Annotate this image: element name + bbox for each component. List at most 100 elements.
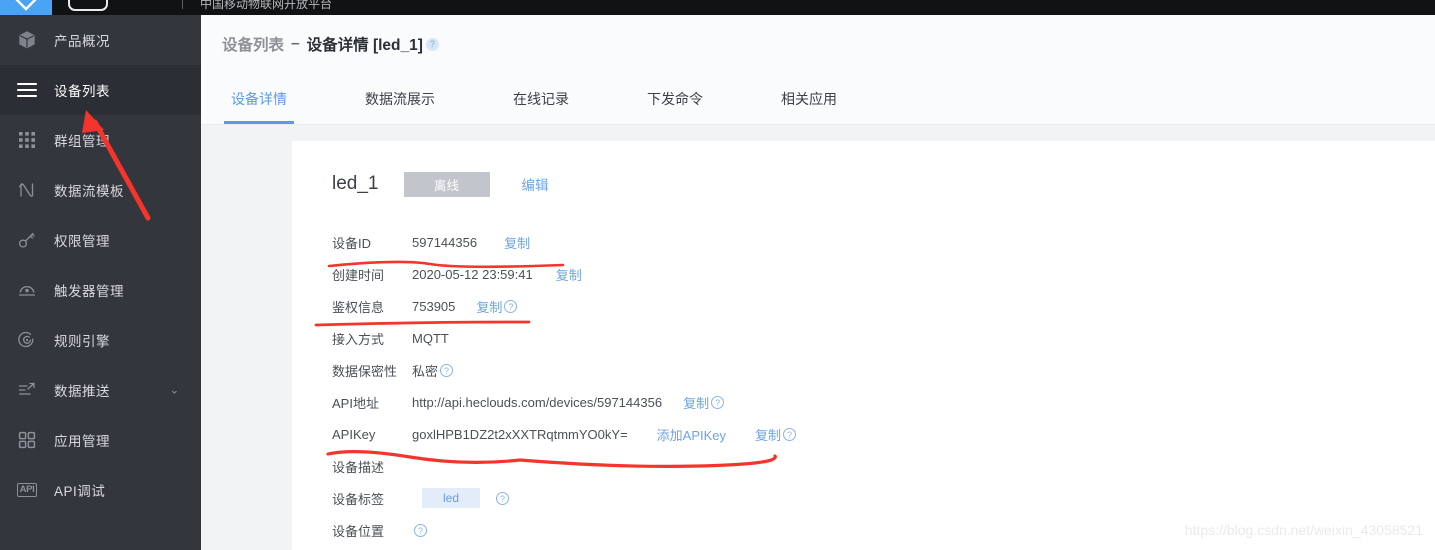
tab-related-apps[interactable]: 相关应用 bbox=[778, 73, 840, 124]
help-icon[interactable]: ? bbox=[783, 427, 797, 441]
help-icon[interactable]: ? bbox=[504, 299, 518, 313]
sidebar-item-label: 数据流模板 bbox=[54, 184, 124, 199]
table-row: API地址 http://api.heclouds.com/devices/59… bbox=[332, 386, 1435, 418]
copy-button[interactable]: 复制 bbox=[476, 297, 502, 316]
sidebar-item-label: 群组管理 bbox=[54, 134, 110, 149]
tab-label: 设备详情 bbox=[231, 90, 287, 107]
tab-datastream-display[interactable]: 数据流展示 bbox=[362, 73, 438, 124]
help-icon[interactable]: ? bbox=[440, 363, 454, 377]
edit-button[interactable]: 编辑 bbox=[522, 174, 549, 194]
sidebar-item-label: 触发器管理 bbox=[54, 284, 124, 299]
row-value: 597144356 bbox=[412, 234, 478, 250]
cube-icon bbox=[0, 30, 54, 50]
breadcrumb-separator: – bbox=[291, 35, 300, 52]
chevron-down-icon[interactable]: ⌄ bbox=[170, 384, 179, 397]
breadcrumb: 设备列表 – 设备详情 [led_1] ? bbox=[201, 15, 1435, 73]
table-row: 设备ID 597144356 复制 bbox=[332, 226, 1435, 258]
sidebar-item-application-management[interactable]: 应用管理 bbox=[0, 415, 201, 465]
table-row: 设备描述 bbox=[332, 450, 1435, 482]
grid-dots-icon bbox=[0, 131, 54, 149]
api-icon: API bbox=[0, 483, 54, 497]
sidebar-item-product-overview[interactable]: 产品概况 bbox=[0, 15, 201, 65]
sidebar-item-label: 应用管理 bbox=[54, 434, 110, 449]
sidebar-item-permission-management[interactable]: 权限管理 bbox=[0, 215, 201, 265]
row-label: 设备标签 bbox=[332, 491, 385, 507]
trigger-icon bbox=[0, 280, 54, 300]
sidebar: 产品概况 设备列表 群组管理 数据流模板 权限管理 触发器管理 规则引擎 数据推… bbox=[0, 15, 201, 550]
topbar-title: 中国移动物联网开放平台 bbox=[200, 0, 333, 11]
row-label: 创建时间 bbox=[332, 267, 385, 283]
sidebar-item-label: 规则引擎 bbox=[54, 334, 110, 349]
rule-engine-icon bbox=[0, 330, 54, 350]
help-icon[interactable]: ? bbox=[425, 37, 439, 51]
row-value: goxlHPB1DZ2t2xXXTRqtmmYO0kY= bbox=[412, 426, 628, 442]
tab-label: 下发命令 bbox=[647, 90, 703, 107]
curve-n-icon bbox=[0, 180, 54, 200]
topbar-divider bbox=[182, 0, 183, 9]
help-icon[interactable]: ? bbox=[496, 491, 509, 505]
status-badge: 离线 bbox=[403, 171, 490, 197]
copy-button[interactable]: 复制 bbox=[504, 233, 530, 252]
row-value: MQTT bbox=[412, 330, 449, 346]
sidebar-item-label: 设备列表 bbox=[54, 84, 110, 99]
help-icon[interactable]: ? bbox=[711, 395, 725, 409]
copy-button[interactable]: 复制 bbox=[755, 425, 781, 444]
table-row: 数据保密性 私密 ? bbox=[332, 354, 1435, 386]
page-title: 设备详情 [led_1] bbox=[306, 37, 423, 54]
sidebar-item-group-management[interactable]: 群组管理 bbox=[0, 115, 201, 165]
sidebar-item-label: API调试 bbox=[54, 484, 106, 499]
data-push-icon bbox=[0, 380, 54, 400]
row-label: API地址 bbox=[332, 395, 379, 411]
tab-online-records[interactable]: 在线记录 bbox=[510, 73, 572, 124]
list-lines-icon bbox=[0, 81, 54, 99]
tab-label: 在线记录 bbox=[513, 90, 569, 107]
sidebar-item-datastream-template[interactable]: 数据流模板 bbox=[0, 165, 201, 215]
row-label: 鉴权信息 bbox=[332, 299, 385, 315]
breadcrumb-parent[interactable]: 设备列表 bbox=[222, 33, 284, 55]
row-value: 753905 bbox=[412, 298, 456, 314]
copy-button[interactable]: 复制 bbox=[556, 265, 582, 284]
device-title-row: led_1 离线 编辑 bbox=[332, 169, 1435, 199]
row-value: http://api.heclouds.com/devices/59714435… bbox=[412, 394, 663, 410]
key-icon bbox=[0, 230, 54, 250]
device-tag-chip[interactable]: led bbox=[422, 488, 480, 508]
device-detail-card: led_1 离线 编辑 设备ID 597144356 复制 创建时间 2020-… bbox=[292, 141, 1435, 550]
sidebar-item-rule-engine[interactable]: 规则引擎 bbox=[0, 315, 201, 365]
tab-label: 数据流展示 bbox=[365, 90, 435, 107]
table-row: 设备标签 led ? bbox=[332, 482, 1435, 514]
row-label: APIKey bbox=[332, 426, 376, 442]
tab-bar: 设备详情 数据流展示 在线记录 下发命令 相关应用 bbox=[201, 73, 1435, 125]
tab-label: 相关应用 bbox=[781, 90, 837, 107]
tab-send-command[interactable]: 下发命令 bbox=[644, 73, 706, 124]
chevron-down-logo-icon[interactable] bbox=[0, 0, 52, 15]
sidebar-item-label: 数据推送 bbox=[54, 384, 110, 399]
row-label: 接入方式 bbox=[332, 331, 385, 347]
table-row: 鉴权信息 753905 复制 ? bbox=[332, 290, 1435, 322]
main-content: 设备列表 – 设备详情 [led_1] ? 设备详情 数据流展示 在线记录 下发… bbox=[201, 15, 1435, 550]
row-label: 数据保密性 bbox=[332, 363, 398, 379]
apps-squares-icon bbox=[0, 431, 54, 449]
row-label: 设备位置 bbox=[332, 523, 385, 539]
row-value: 2020-05-12 23:59:41 bbox=[412, 266, 533, 282]
help-icon[interactable]: ? bbox=[414, 523, 427, 537]
watermark: https://blog.csdn.net/weixin_43058521 bbox=[1184, 522, 1423, 538]
sidebar-item-label: 权限管理 bbox=[54, 234, 110, 249]
tab-device-detail[interactable]: 设备详情 bbox=[224, 73, 294, 124]
add-apikey-button[interactable]: 添加APIKey bbox=[657, 425, 726, 444]
device-name: led_1 bbox=[332, 173, 379, 194]
sidebar-item-api-debug[interactable]: API API调试 bbox=[0, 465, 201, 515]
rounded-pill-icon[interactable] bbox=[68, 0, 108, 11]
row-value: 私密 bbox=[412, 363, 439, 379]
copy-button[interactable]: 复制 bbox=[683, 393, 709, 412]
table-row: 创建时间 2020-05-12 23:59:41 复制 bbox=[332, 258, 1435, 290]
page-body: led_1 离线 编辑 设备ID 597144356 复制 创建时间 2020-… bbox=[201, 125, 1435, 550]
top-bar: 中国移动物联网开放平台 bbox=[0, 0, 1435, 15]
sidebar-item-data-push[interactable]: 数据推送 ⌄ bbox=[0, 365, 201, 415]
sidebar-item-trigger-management[interactable]: 触发器管理 bbox=[0, 265, 201, 315]
row-label: 设备ID bbox=[332, 235, 372, 251]
table-row: APIKey goxlHPB1DZ2t2xXXTRqtmmYO0kY= 添加AP… bbox=[332, 418, 1435, 450]
sidebar-item-device-list[interactable]: 设备列表 bbox=[0, 65, 201, 115]
table-row: 接入方式 MQTT bbox=[332, 322, 1435, 354]
row-label: 设备描述 bbox=[332, 459, 385, 475]
sidebar-item-label: 产品概况 bbox=[54, 34, 110, 49]
